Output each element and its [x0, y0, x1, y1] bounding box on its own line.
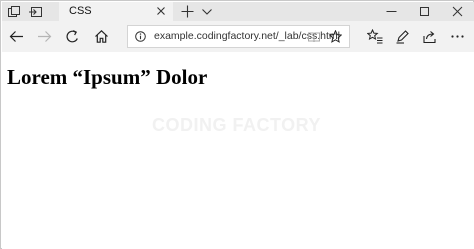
browser-window: CSS example.codingfactory.net/_lab/css.h…: [0, 0, 474, 249]
tab-css[interactable]: CSS: [59, 2, 173, 22]
star-icon[interactable]: [329, 30, 342, 43]
home-icon[interactable]: [93, 28, 110, 45]
plus-icon[interactable]: [181, 5, 194, 18]
more-icon[interactable]: [449, 28, 466, 45]
back-arrow-icon[interactable]: [8, 28, 25, 45]
set-aside-tabs-icon[interactable]: [27, 4, 43, 20]
page-heading: Lorem “Ipsum” Dolor: [7, 65, 208, 89]
close-icon[interactable]: [156, 6, 166, 16]
maximize-icon[interactable]: [408, 2, 441, 21]
tab-title: CSS: [69, 5, 92, 17]
tab-strip: CSS: [2, 2, 474, 22]
page-content: Lorem “Ipsum” Dolor CODING FACTORY: [2, 52, 474, 249]
watermark: CODING FACTORY: [152, 115, 322, 135]
share-icon[interactable]: [421, 28, 438, 45]
favorites-list-icon[interactable]: [366, 28, 383, 45]
pen-icon[interactable]: [394, 28, 411, 45]
address-bar[interactable]: example.codingfactory.net/_lab/css.html: [127, 25, 350, 48]
reading-view-icon[interactable]: [308, 31, 320, 43]
chevron-down-icon[interactable]: [201, 6, 213, 18]
navigation-toolbar: example.codingfactory.net/_lab/css.html: [2, 21, 474, 52]
tab-actions-icon[interactable]: [6, 4, 22, 20]
minimize-icon[interactable]: [375, 2, 408, 21]
refresh-icon[interactable]: [64, 28, 81, 45]
close-icon[interactable]: [441, 2, 474, 21]
info-icon[interactable]: [135, 31, 146, 42]
forward-arrow-icon[interactable]: [36, 28, 53, 45]
